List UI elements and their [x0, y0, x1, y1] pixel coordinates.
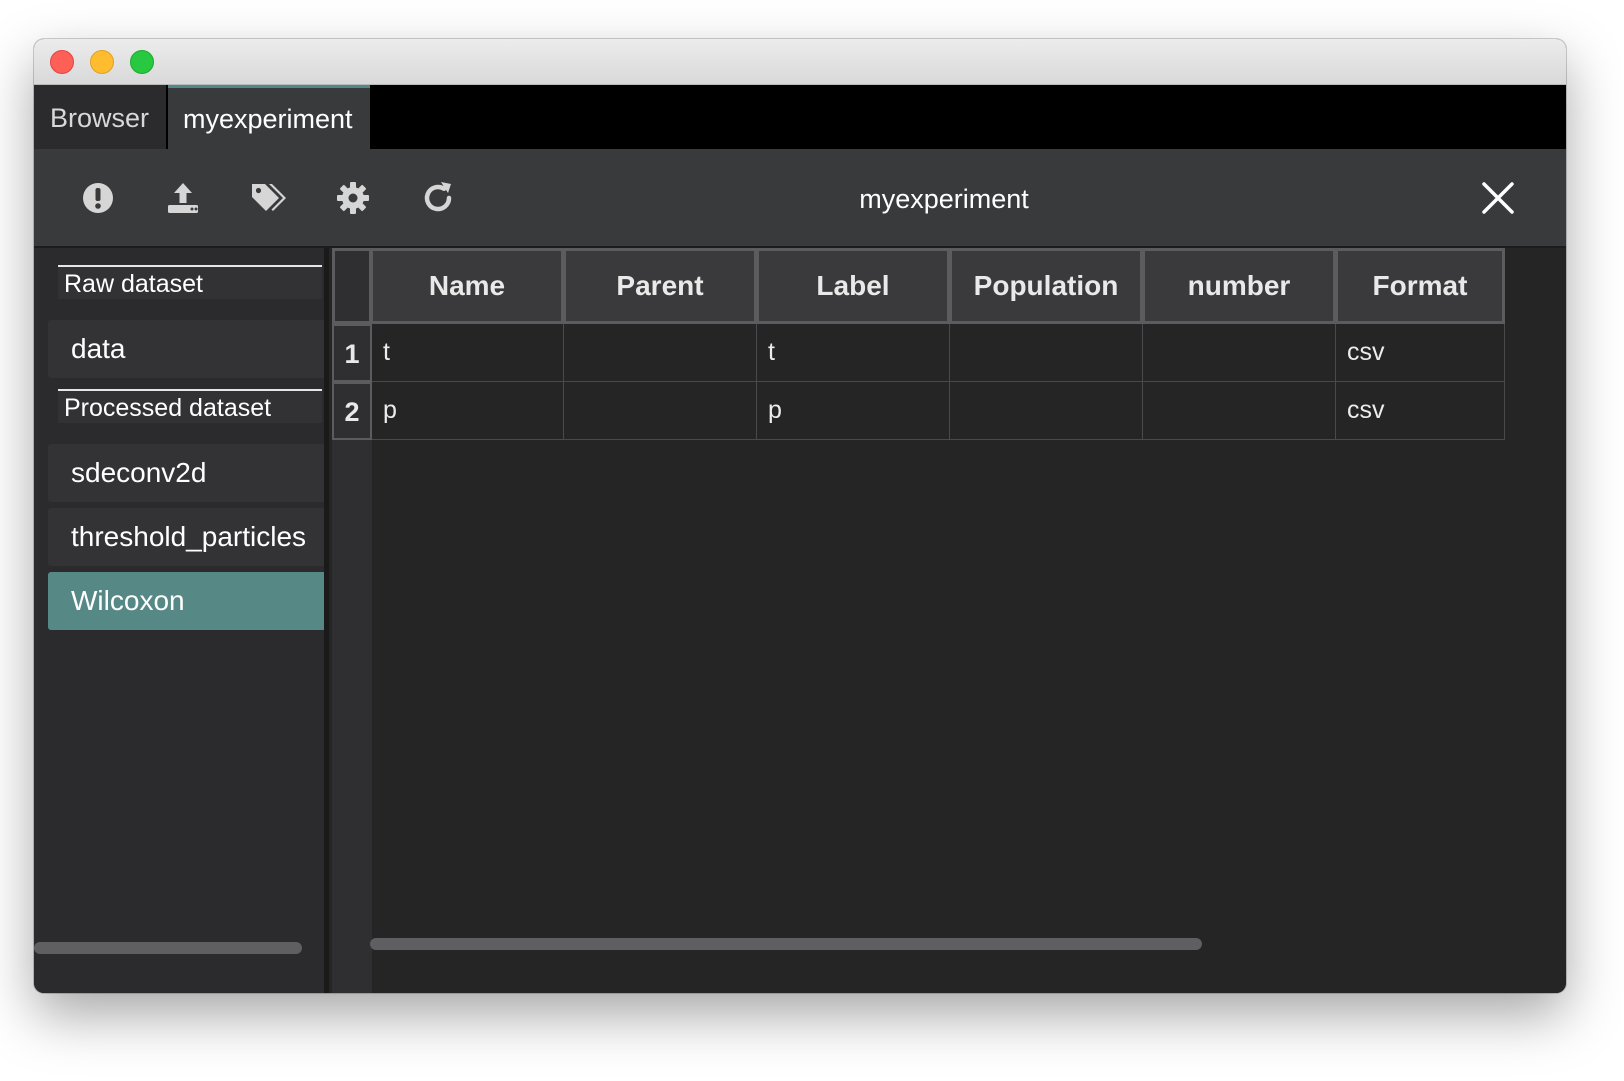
table-cell[interactable]: csv	[1336, 382, 1505, 440]
toolbar: myexperiment	[34, 149, 1566, 248]
gear-icon[interactable]	[334, 179, 372, 217]
window-zoom-button[interactable]	[130, 50, 154, 74]
sidebar-item-sdeconv2d[interactable]: sdeconv2d	[48, 444, 324, 502]
table-cell[interactable]	[950, 382, 1143, 440]
row-number[interactable]: 1	[332, 324, 372, 382]
dataset-sidebar: Raw dataset data Processed dataset sdeco…	[34, 248, 324, 993]
upload-icon[interactable]	[164, 179, 202, 217]
window-minimize-button[interactable]	[90, 50, 114, 74]
table-cell[interactable]: p	[757, 382, 950, 440]
table-corner[interactable]	[332, 248, 372, 324]
column-header-population[interactable]: Population	[949, 248, 1143, 324]
table-cell[interactable]	[1143, 324, 1336, 382]
column-header-parent[interactable]: Parent	[563, 248, 757, 324]
data-table: Name Parent Label Population number Form…	[329, 248, 1566, 993]
section-header-processed: Processed dataset	[58, 389, 322, 423]
row-number[interactable]: 2	[332, 382, 372, 440]
close-icon[interactable]	[1479, 179, 1517, 217]
table-cell[interactable]	[564, 324, 757, 382]
app-window: Browser myexperiment myexperiment Raw da…	[34, 39, 1566, 993]
table-cell[interactable]: t	[372, 324, 564, 382]
title-bar	[34, 39, 1566, 85]
tab-browser[interactable]: Browser	[34, 85, 166, 149]
toolbar-title: myexperiment	[859, 184, 1029, 214]
tab-bar: Browser myexperiment	[34, 85, 1566, 149]
column-header-label[interactable]: Label	[756, 248, 950, 324]
table-cell[interactable]: t	[757, 324, 950, 382]
window-close-button[interactable]	[50, 50, 74, 74]
section-header-raw: Raw dataset	[58, 265, 322, 299]
table-cell[interactable]: p	[372, 382, 564, 440]
column-header-format[interactable]: Format	[1335, 248, 1505, 324]
table-cell[interactable]	[564, 382, 757, 440]
exclamation-icon[interactable]	[79, 179, 117, 217]
column-header-number[interactable]: number	[1142, 248, 1336, 324]
sidebar-scrollbar[interactable]	[34, 942, 302, 954]
sidebar-item-data[interactable]: data	[48, 320, 324, 378]
table-cell[interactable]	[1143, 382, 1336, 440]
refresh-icon[interactable]	[419, 179, 457, 217]
table-horizontal-scrollbar[interactable]	[370, 938, 1202, 950]
tab-myexperiment[interactable]: myexperiment	[168, 85, 370, 149]
tags-icon[interactable]	[249, 179, 287, 217]
table-cell[interactable]: csv	[1336, 324, 1505, 382]
sidebar-item-threshold-particles[interactable]: threshold_particles	[48, 508, 324, 566]
sidebar-item-wilcoxon[interactable]: Wilcoxon	[48, 572, 324, 630]
table-cell[interactable]	[950, 324, 1143, 382]
column-header-name[interactable]: Name	[370, 248, 564, 324]
